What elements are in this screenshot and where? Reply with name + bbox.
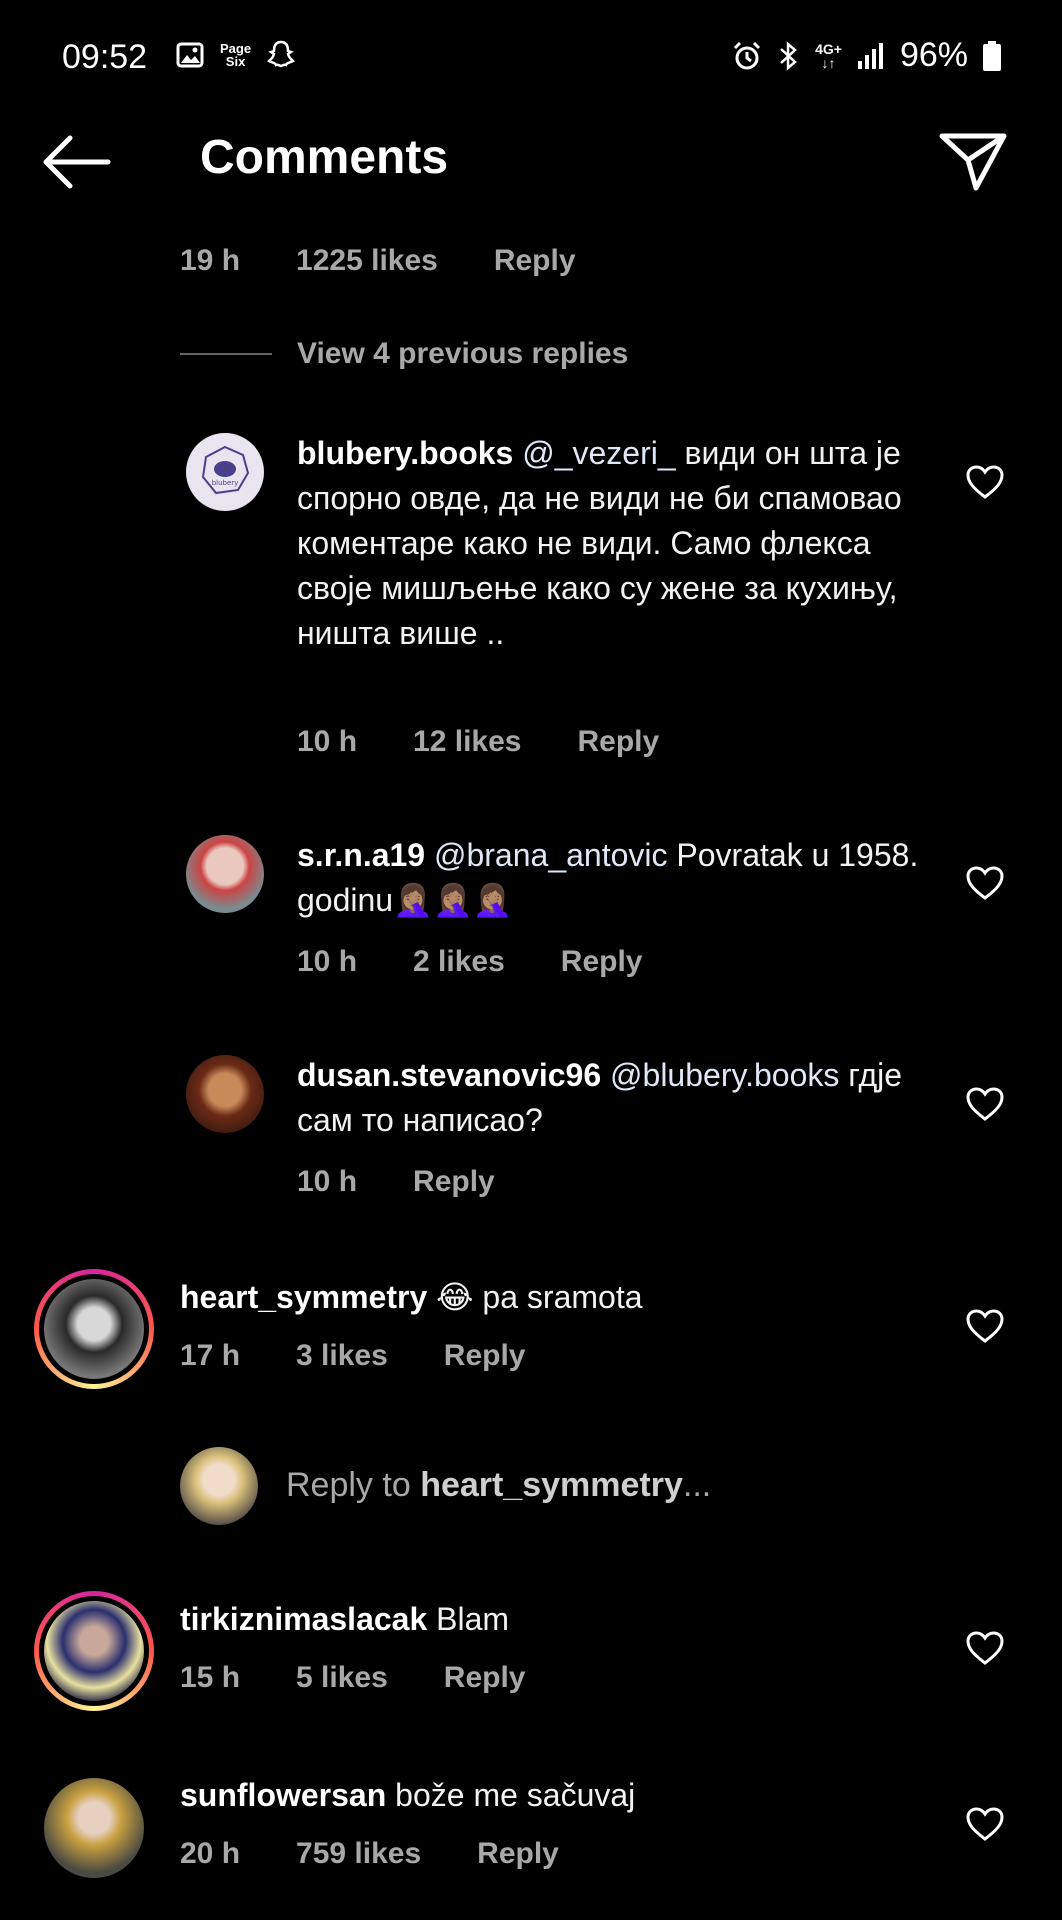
reply-likes[interactable]: 12 likes — [413, 725, 521, 759]
avatar[interactable] — [186, 1055, 264, 1133]
reply-button[interactable]: Reply — [413, 1165, 495, 1199]
svg-text:blubery: blubery — [212, 479, 239, 487]
back-arrow-icon[interactable] — [40, 132, 112, 192]
avatar[interactable] — [186, 835, 264, 913]
username[interactable]: s.r.n.a19 — [297, 837, 425, 873]
reply-button[interactable]: Reply — [444, 1339, 526, 1373]
reply-button[interactable]: Reply — [494, 244, 576, 278]
reply-time: 10 h — [297, 945, 358, 978]
comment-text: tirkiznimaslacak Blam — [180, 1597, 920, 1642]
story-ring-avatar[interactable] — [34, 1269, 154, 1389]
username[interactable]: heart_symmetry — [180, 1279, 427, 1315]
story-ring-avatar[interactable] — [34, 1591, 154, 1711]
comment-text: heart_symmetry 😂 pa sramota — [180, 1275, 920, 1320]
reply-likes[interactable]: 2 likes — [413, 945, 505, 979]
network-type-label: 4G+ — [815, 40, 842, 57]
network-arrows: ↓↑ — [821, 54, 836, 71]
avatar — [44, 1279, 144, 1379]
username[interactable]: tirkiznimaslacak — [180, 1601, 427, 1637]
status-notification-icons: Page Six — [176, 40, 296, 70]
avatar — [44, 1601, 144, 1701]
like-heart-icon[interactable] — [965, 1086, 1005, 1122]
snapchat-icon — [267, 40, 296, 68]
signal-icon — [857, 42, 883, 69]
comment-meta: 15 h 5 likes Reply — [180, 1661, 581, 1695]
like-heart-icon[interactable] — [965, 1308, 1005, 1344]
reply-input[interactable]: Reply to heart_symmetry... — [286, 1466, 711, 1505]
blubery-logo-icon: blubery — [201, 445, 250, 495]
comment-time: 15 h — [180, 1661, 241, 1694]
comment-likes[interactable]: 5 likes — [296, 1661, 388, 1695]
status-system-icons: 4G+ ↓↑ 96% — [731, 36, 1002, 75]
gallery-icon — [176, 42, 204, 68]
alarm-icon — [734, 41, 761, 69]
like-heart-icon[interactable] — [965, 464, 1005, 500]
comment-likes[interactable]: 759 likes — [296, 1837, 421, 1871]
reply-time: 10 h — [297, 1165, 358, 1198]
like-heart-icon[interactable] — [965, 1630, 1005, 1666]
avatar-frame — [39, 1274, 149, 1384]
reply-button[interactable]: Reply — [561, 945, 643, 979]
share-send-icon[interactable] — [938, 130, 1008, 192]
username[interactable]: blubery.books — [297, 435, 513, 471]
avatar[interactable]: blubery — [186, 433, 264, 511]
avatar-frame — [39, 1596, 149, 1706]
reply-button[interactable]: Reply — [577, 725, 659, 759]
like-heart-icon[interactable] — [965, 1806, 1005, 1842]
current-user-avatar — [180, 1447, 258, 1525]
comment-meta: 19 h 1225 likes Reply — [180, 244, 632, 278]
comment-body: bože me sačuvaj — [386, 1777, 636, 1813]
view-previous-replies-button[interactable]: View 4 previous replies — [297, 337, 628, 371]
reply-time: 10 h — [297, 725, 358, 758]
reply-meta: 10 h Reply — [297, 1165, 551, 1199]
mention-link[interactable]: @_vezeri_ — [522, 435, 675, 471]
reply-prefix: Reply to — [286, 1466, 421, 1504]
comment-text: sunflowersan bože me sačuvaj — [180, 1773, 920, 1818]
comment-time: 19 h — [180, 244, 241, 277]
reply-button[interactable]: Reply — [444, 1661, 526, 1695]
comment-body: 😂 pa sramota — [427, 1279, 643, 1315]
page-six-icon: Page Six — [220, 42, 251, 68]
reply-button[interactable]: Reply — [477, 1837, 559, 1871]
network-type-icon: 4G+ ↓↑ — [815, 42, 842, 70]
status-time: 09:52 — [62, 38, 148, 76]
page-title: Comments — [200, 131, 449, 184]
reply-text: s.r.n.a19 @brana_antovic Povratak u 1958… — [297, 833, 937, 923]
comment-meta: 17 h 3 likes Reply — [180, 1339, 581, 1373]
bluetooth-icon — [780, 40, 797, 71]
comment-likes[interactable]: 3 likes — [296, 1339, 388, 1373]
reply-text: blubery.books @_vezeri_ види он шта је с… — [297, 431, 937, 656]
page-six-bottom: Six — [225, 54, 246, 69]
username[interactable]: sunflowersan — [180, 1777, 386, 1813]
reply-target: heart_symmetry — [420, 1466, 683, 1504]
comment-meta: 20 h 759 likes Reply — [180, 1837, 615, 1871]
avatar[interactable] — [44, 1778, 144, 1878]
username[interactable]: dusan.stevanovic96 — [297, 1057, 601, 1093]
reply-meta: 10 h 12 likes Reply — [297, 725, 715, 759]
reply-suffix: ... — [682, 1466, 712, 1504]
reply-meta: 10 h 2 likes Reply — [297, 945, 698, 979]
battery-percent: 96% — [899, 36, 968, 74]
mention-link[interactable]: @brana_antovic — [434, 837, 668, 873]
comment-likes[interactable]: 1225 likes — [296, 244, 438, 278]
comment-time: 17 h — [180, 1339, 241, 1372]
mention-link[interactable]: @blubery.books — [610, 1057, 839, 1093]
comment-body: Blam — [427, 1601, 510, 1637]
battery-icon — [983, 40, 1001, 71]
like-heart-icon[interactable] — [965, 865, 1005, 901]
comment-time: 20 h — [180, 1837, 241, 1870]
reply-text: dusan.stevanovic96 @blubery.books гдје с… — [297, 1053, 937, 1143]
divider-line — [180, 353, 272, 355]
